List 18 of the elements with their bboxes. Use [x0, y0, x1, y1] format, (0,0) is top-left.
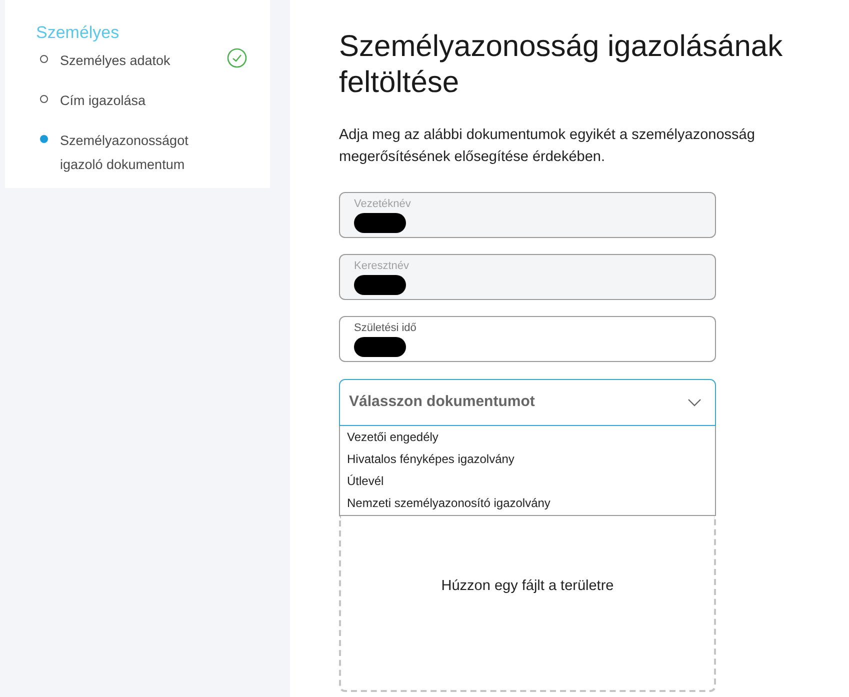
- description-text: Adja meg az alábbi dokumentumok egyikét a személyazonosság megerősítésének elősegítése érdekében.: [339, 126, 756, 167]
- page-title: Személyazonosság igazolásának feltöltése: [339, 29, 784, 101]
- dropdown-option[interactable]: Nemzeti személyazonosító igazolvány: [340, 492, 715, 514]
- text-field[interactable]: Születési idő: [339, 316, 716, 362]
- field-label: Vezetéknév: [354, 197, 411, 211]
- dropdown-option[interactable]: Útlevél: [340, 470, 715, 492]
- section-heading: Személyes: [36, 23, 120, 43]
- dropzone-text: Húzzon egy fájlt a területre: [441, 577, 614, 596]
- step-link[interactable]: Cím igazolása: [60, 89, 146, 113]
- chevron-down-icon: [688, 398, 701, 406]
- step-link[interactable]: Személyes adatok: [60, 49, 170, 73]
- field-label: Keresztnév: [354, 259, 410, 273]
- field-label: Születési idő: [354, 321, 416, 335]
- dropdown-option[interactable]: Hivatalos fényképes igazolvány: [340, 448, 715, 470]
- document-dropdown[interactable]: Válasszon dokumentumot: [339, 379, 716, 426]
- step-link[interactable]: Személyazonosságot igazoló dokumentum: [60, 129, 210, 177]
- file-dropzone[interactable]: Húzzon egy fájlt a területre: [339, 516, 716, 692]
- dropdown-option[interactable]: Vezetői engedély: [340, 426, 715, 448]
